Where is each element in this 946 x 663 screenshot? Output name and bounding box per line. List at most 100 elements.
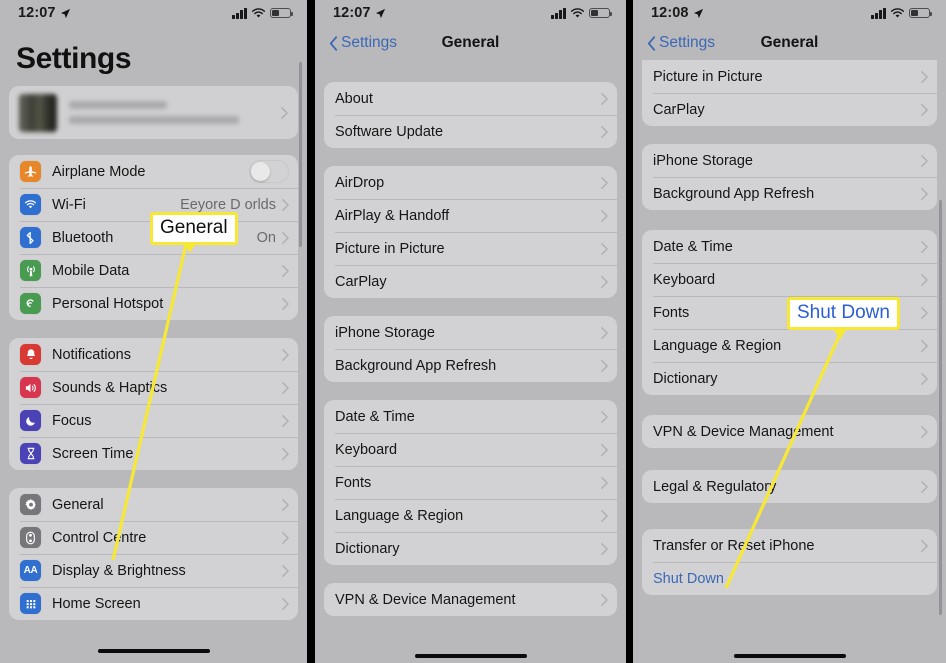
sidebar-item-label: General	[52, 496, 104, 513]
list-item-dictionary[interactable]: Dictionary	[324, 532, 617, 565]
list-item-software-update[interactable]: Software Update	[324, 115, 617, 148]
sidebar-item-display-brightness[interactable]: AA Display & Brightness	[9, 554, 298, 587]
list-item-label: Transfer or Reset iPhone	[653, 537, 815, 554]
status-indicators	[551, 7, 613, 19]
account-subtitle-blurred	[69, 116, 239, 124]
sidebar-item-label: Focus	[52, 412, 92, 429]
sidebar-item-label: Personal Hotspot	[52, 295, 164, 312]
sidebar-item-general[interactable]: General	[9, 488, 298, 521]
panel-settings-root: 12:07 Settings Airplane Mode Wi-Fi Eeyor…	[0, 0, 307, 663]
chevron-right-icon	[921, 372, 928, 385]
sidebar-item-focus[interactable]: Focus	[9, 404, 298, 437]
sidebar-item-personal-hotspot[interactable]: Personal Hotspot	[9, 287, 298, 320]
list-item-background-app-refresh[interactable]: Background App Refresh	[324, 349, 617, 382]
list-item-language-region[interactable]: Language & Region	[642, 329, 937, 362]
home-indicator	[97, 648, 210, 653]
airplane-icon	[20, 161, 41, 182]
cellular-signal-icon	[871, 7, 886, 19]
list-item-keyboard[interactable]: Keyboard	[642, 263, 937, 296]
list-item-legal-regulatory[interactable]: Legal & Regulatory	[642, 470, 937, 503]
chevron-right-icon	[282, 264, 289, 277]
chevron-right-icon	[921, 306, 928, 319]
panel-divider-1	[307, 0, 315, 663]
sidebar-item-airplane-mode[interactable]: Airplane Mode	[9, 155, 298, 188]
general-group-sharing: AirDrop AirPlay & Handoff Picture in Pic…	[324, 166, 617, 298]
list-item-airplay-handoff[interactable]: AirPlay & Handoff	[324, 199, 617, 232]
scrollbar-panel-3[interactable]	[939, 200, 942, 615]
list-item-label: Software Update	[335, 123, 444, 140]
chevron-right-icon	[921, 273, 928, 286]
chevron-right-icon	[921, 480, 928, 493]
list-item-transfer-reset-iphone[interactable]: Transfer or Reset iPhone	[642, 529, 937, 562]
chevron-right-icon	[601, 593, 608, 606]
list-item-carplay[interactable]: CarPlay	[642, 93, 937, 126]
general-group-about: About Software Update	[324, 82, 617, 148]
list-item-shut-down[interactable]: Shut Down	[642, 562, 937, 595]
list-item-iphone-storage[interactable]: iPhone Storage	[324, 316, 617, 349]
panel-general-bottom: 12:08 Settings General Picture in Pictur…	[633, 0, 946, 663]
status-bar: 12:07	[315, 0, 626, 26]
list-item-date-time[interactable]: Date & Time	[324, 400, 617, 433]
list-item-label: Background App Refresh	[335, 357, 497, 374]
status-indicators	[871, 7, 933, 19]
general-group-storage: iPhone Storage Background App Refresh	[642, 144, 937, 210]
list-item-date-time[interactable]: Date & Time	[642, 230, 937, 263]
list-item-language-region[interactable]: Language & Region	[324, 499, 617, 532]
chevron-right-icon	[282, 597, 289, 610]
general-group-reset: Transfer or Reset iPhone Shut Down	[642, 529, 937, 595]
battery-icon	[270, 7, 294, 19]
list-item-dictionary[interactable]: Dictionary	[642, 362, 937, 395]
list-item-about[interactable]: About	[324, 82, 617, 115]
list-item-vpn-device-management[interactable]: VPN & Device Management	[642, 415, 937, 448]
list-item-vpn-device-management[interactable]: VPN & Device Management	[324, 583, 617, 616]
list-item-label: iPhone Storage	[335, 324, 435, 341]
gear-icon	[20, 494, 41, 515]
list-item-picture-in-picture[interactable]: Picture in Picture	[324, 232, 617, 265]
list-item-airdrop[interactable]: AirDrop	[324, 166, 617, 199]
general-group-sharing-partial: Picture in Picture CarPlay	[642, 60, 937, 126]
chevron-right-icon	[921, 187, 928, 200]
sidebar-item-mobile-data[interactable]: Mobile Data	[9, 254, 298, 287]
scrollbar-panel-1[interactable]	[299, 62, 302, 247]
sidebar-item-notifications[interactable]: Notifications	[9, 338, 298, 371]
status-time: 12:07	[18, 5, 56, 21]
list-item-carplay[interactable]: CarPlay	[324, 265, 617, 298]
home-screen-icon	[20, 593, 41, 614]
list-item-fonts[interactable]: Fonts	[324, 466, 617, 499]
list-item-picture-in-picture[interactable]: Picture in Picture	[642, 60, 937, 93]
display-brightness-icon: AA	[20, 560, 41, 581]
sidebar-item-sounds-haptics[interactable]: Sounds & Haptics	[9, 371, 298, 404]
chevron-right-icon	[601, 476, 608, 489]
back-button[interactable]: Settings	[329, 34, 397, 52]
list-item-label: CarPlay	[653, 101, 705, 118]
airplane-mode-toggle[interactable]	[249, 160, 289, 183]
sidebar-item-label: Notifications	[52, 346, 131, 363]
account-row[interactable]	[9, 86, 298, 139]
general-group-legal: Legal & Regulatory	[642, 470, 937, 503]
list-item-keyboard[interactable]: Keyboard	[324, 433, 617, 466]
chevron-right-icon	[601, 275, 608, 288]
list-item-label: Legal & Regulatory	[653, 478, 777, 495]
hourglass-icon	[20, 443, 41, 464]
sidebar-item-control-centre[interactable]: Control Centre	[9, 521, 298, 554]
back-button[interactable]: Settings	[647, 34, 715, 52]
list-item-background-app-refresh[interactable]: Background App Refresh	[642, 177, 937, 210]
status-indicators	[232, 7, 294, 19]
status-time: 12:08	[651, 5, 689, 21]
sidebar-item-screen-time[interactable]: Screen Time	[9, 437, 298, 470]
status-time-group: 12:07	[18, 5, 71, 21]
sidebar-item-home-screen[interactable]: Home Screen	[9, 587, 298, 620]
status-time-group: 12:08	[651, 5, 704, 21]
chevron-right-icon	[282, 447, 289, 460]
wifi-icon	[890, 7, 905, 18]
chevron-right-icon	[601, 209, 608, 222]
list-item-label: Fonts	[653, 304, 690, 321]
moon-icon	[20, 410, 41, 431]
status-bar: 12:08	[633, 0, 946, 26]
cellular-signal-icon	[551, 7, 566, 19]
list-item-iphone-storage[interactable]: iPhone Storage	[642, 144, 937, 177]
chevron-right-icon	[282, 381, 289, 394]
general-group-vpn: VPN & Device Management	[324, 583, 617, 616]
chevron-right-icon	[601, 125, 608, 138]
status-time-group: 12:07	[333, 5, 386, 21]
